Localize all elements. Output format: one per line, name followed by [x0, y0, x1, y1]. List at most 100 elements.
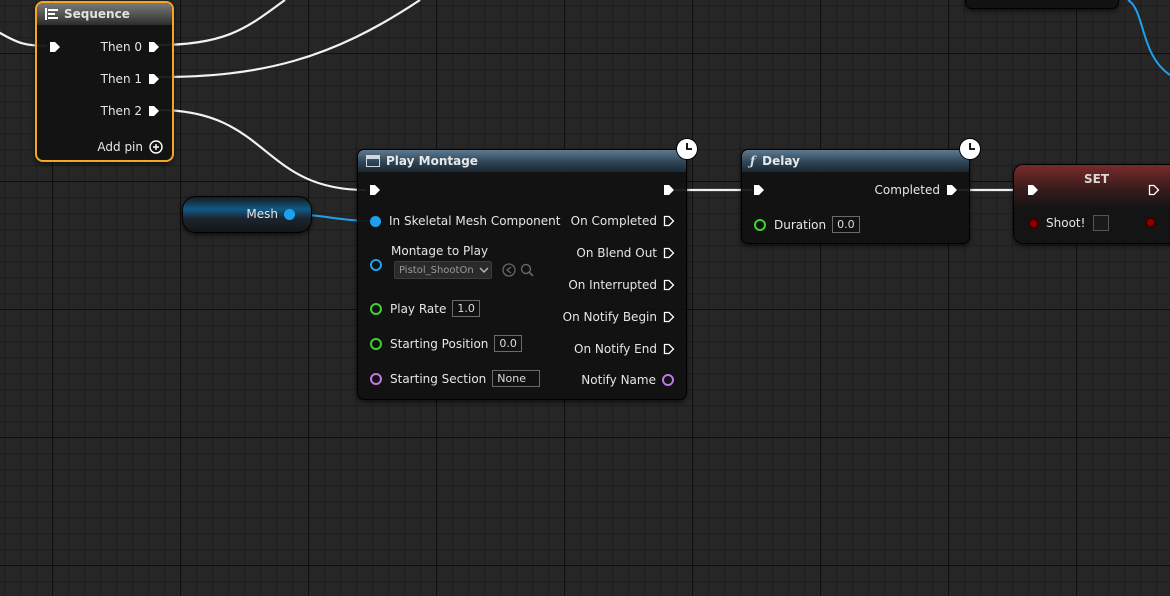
exec-out-hollow-icon [663, 343, 675, 355]
set-variable-node[interactable]: SET Shoot! [1013, 164, 1170, 244]
exec-in-pin-icon [370, 185, 380, 195]
delay-title: Delay [762, 154, 800, 168]
exec-out-hollow-icon [663, 311, 675, 323]
exec-out-pin-icon [664, 185, 674, 195]
exec-out-pin-icon [149, 42, 159, 52]
montage-exec-in[interactable] [369, 184, 381, 196]
montage-to-play-input-pin[interactable]: Montage to Play [370, 244, 488, 258]
delay-exec-in[interactable] [753, 184, 765, 196]
exec-wire-then-0 [157, 0, 286, 47]
set-exec-in[interactable] [1027, 184, 1039, 196]
then-1-label: Then 1 [100, 72, 142, 86]
on-blend-out-pin[interactable]: On Blend Out [576, 246, 675, 260]
browse-asset-search-icon[interactable] [520, 263, 534, 277]
function-node-icon [366, 155, 380, 167]
skeletal-mesh-input-pin[interactable]: In Skeletal Mesh Component [370, 214, 560, 228]
add-pin-button[interactable]: Add pin [97, 140, 163, 154]
on-notify-begin-pin[interactable]: On Notify Begin [563, 310, 675, 324]
exec-in-pin-icon [1028, 185, 1038, 195]
exec-out-hollow-icon [663, 279, 675, 291]
bool-pin-icon [1028, 217, 1039, 229]
add-pin-label: Add pin [97, 140, 143, 154]
float-pin-icon [370, 337, 382, 350]
offscreen-node-fragment[interactable] [965, 0, 1119, 9]
sequence-node[interactable]: Sequence Then 0 Then 1 Then 2 Add pin [35, 1, 174, 162]
on-interrupted-label: On Interrupted [568, 278, 657, 292]
starting-section-field[interactable]: None [492, 370, 541, 387]
plus-circle-icon [149, 140, 163, 154]
object-pin-icon [370, 215, 381, 227]
montage-exec-out[interactable] [663, 184, 675, 196]
sequence-title: Sequence [64, 7, 130, 21]
sequence-then-0[interactable]: Then 0 [101, 40, 160, 54]
latent-clock-icon [676, 138, 698, 160]
starting-section-label: Starting Section [390, 371, 487, 386]
float-pin-icon [754, 218, 766, 231]
on-completed-pin[interactable]: On Completed [571, 214, 675, 228]
play-rate-field[interactable]: 1.0 [452, 300, 480, 317]
montage-asset-value: Pistol_ShootOn [399, 264, 474, 276]
delay-header[interactable]: ƒ Delay [742, 150, 969, 172]
completed-label: Completed [874, 183, 940, 197]
object-wire-offscreen [1127, 0, 1170, 76]
delay-node[interactable]: ƒ Delay Completed Duration 0.0 [741, 138, 981, 244]
then-0-label: Then 0 [100, 40, 142, 54]
sequence-header[interactable]: Sequence [37, 3, 172, 25]
shoot-label: Shoot! [1046, 216, 1086, 230]
delay-completed-pin[interactable]: Completed [875, 183, 958, 197]
shoot-input-pin[interactable]: Shoot! [1028, 215, 1110, 231]
function-f-icon: ƒ [750, 154, 756, 168]
skeletal-mesh-label: In Skeletal Mesh Component [389, 214, 561, 228]
chevron-down-icon [479, 267, 489, 273]
exec-out-pin-icon [149, 74, 159, 84]
play-montage-title: Play Montage [386, 154, 478, 168]
on-notify-end-pin[interactable]: On Notify End [574, 342, 675, 356]
on-blend-out-label: On Blend Out [576, 246, 657, 260]
duration-input-pin[interactable]: Duration 0.0 [754, 216, 860, 233]
mesh-getter-node[interactable]: Mesh [182, 196, 312, 233]
notify-name-label: Notify Name [581, 373, 656, 387]
on-notify-end-label: On Notify End [574, 342, 657, 356]
sequence-icon [45, 8, 59, 20]
use-selected-asset-icon[interactable] [502, 263, 516, 277]
exec-out-hollow-icon [663, 247, 675, 259]
starting-section-input-pin[interactable]: Starting Section None [370, 370, 541, 387]
montage-asset-dropdown[interactable]: Pistol_ShootOn [394, 261, 492, 279]
latent-clock-icon [959, 138, 981, 160]
name-pin-icon [370, 372, 382, 385]
starting-position-input-pin[interactable]: Starting Position 0.0 [370, 335, 522, 352]
object-pin-icon [284, 208, 295, 220]
play-rate-input-pin[interactable]: Play Rate 1.0 [370, 300, 480, 317]
name-pin-icon [662, 374, 674, 386]
exec-in-pin-icon [754, 185, 764, 195]
duration-label: Duration [774, 217, 827, 232]
object-pin-hollow-icon [370, 259, 382, 271]
exec-wire-then-2 [157, 108, 367, 192]
sequence-then-2[interactable]: Then 2 [101, 104, 160, 118]
on-completed-label: On Completed [570, 214, 657, 228]
exec-out-hollow-icon [663, 215, 675, 227]
starting-position-field[interactable]: 0.0 [494, 335, 522, 352]
notify-name-pin[interactable]: Notify Name [581, 373, 674, 387]
bool-output-pin-icon[interactable] [1145, 217, 1156, 228]
exec-out-pin-icon [149, 106, 159, 116]
duration-field[interactable]: 0.0 [832, 216, 860, 233]
sequence-then-1[interactable]: Then 1 [101, 72, 160, 86]
set-title: SET [1084, 172, 1110, 186]
set-exec-out[interactable] [1148, 184, 1160, 196]
exec-out-hollow-icon [1148, 184, 1160, 196]
then-2-label: Then 2 [100, 104, 142, 118]
sequence-exec-in[interactable] [49, 41, 61, 53]
float-pin-icon [370, 302, 382, 315]
exec-out-pin-icon [947, 185, 957, 195]
mesh-output-pin[interactable]: Mesh [246, 207, 295, 221]
starting-position-label: Starting Position [390, 336, 489, 351]
mesh-label: Mesh [246, 207, 278, 221]
play-montage-header[interactable]: Play Montage [358, 150, 686, 172]
on-interrupted-pin[interactable]: On Interrupted [568, 278, 675, 292]
play-montage-node[interactable]: Play Montage In Skeletal Mesh Component … [357, 138, 698, 400]
shoot-checkbox[interactable] [1093, 215, 1110, 231]
on-notify-begin-label: On Notify Begin [562, 310, 657, 324]
play-rate-label: Play Rate [390, 301, 447, 316]
exec-in-pin-icon [50, 42, 60, 52]
